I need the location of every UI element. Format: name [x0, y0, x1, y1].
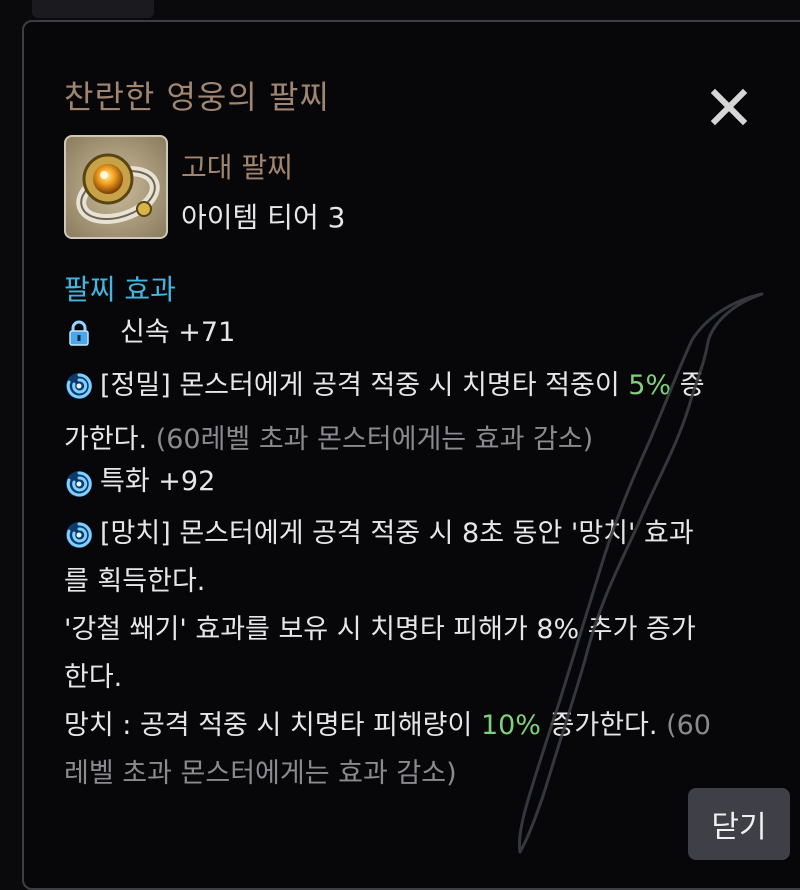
- effect-precision-line1: [정밀] 몬스터에게 공격 적중 시 치명타 적중이 5% 증: [100, 368, 705, 404]
- close-icon[interactable]: [704, 82, 754, 132]
- effect-precision-text: [정밀] 몬스터에게 공격 적중 시 치명타 적중이: [100, 370, 629, 401]
- item-tooltip-dialog: 찬란한 영웅의 팔찌 고대 팔찌 아이템 티어 3 팔찌 효과 신속 +71 […: [22, 20, 800, 890]
- effect-hammer-line5: 망치 : 공격 적중 시 치명타 피해량이 10% 증가한다. (60: [64, 708, 711, 744]
- stat-specialization: 특화 +92: [100, 466, 216, 497]
- effect-hammer-text-end: 증가한다.: [540, 710, 658, 741]
- item-grade: 고대 팔찌: [181, 151, 293, 184]
- lock-icon: [64, 318, 94, 348]
- effect-precision-text-end: 증: [671, 370, 705, 401]
- bracelet-effect-heading: 팔찌 효과: [64, 273, 176, 306]
- background-tab: [32, 0, 154, 18]
- close-button[interactable]: 닫기: [688, 788, 790, 860]
- effect-precision-note: (60레벨 초과 몬스터에게는 효과 감소): [147, 424, 594, 455]
- effect-hammer-line1: [망치] 몬스터에게 공격 적중 시 8초 동안 '망치' 효과: [100, 518, 694, 549]
- effect-hammer-text: 망치 : 공격 적중 시 치명타 피해량이: [64, 710, 481, 741]
- item-tier: 아이템 티어 3: [181, 201, 346, 234]
- effect-precision-line2: 가한다. (60레벨 초과 몬스터에게는 효과 감소): [64, 422, 593, 458]
- stat-swiftness: 신속 +71: [120, 317, 236, 348]
- effect-precision-text-cont: 가한다.: [64, 424, 148, 455]
- effect-hammer-line4: 한다.: [64, 662, 123, 693]
- swirl-icon: [64, 469, 94, 499]
- effect-hammer-value: 10%: [480, 710, 541, 741]
- effect-hammer-line6: 레벨 초과 몬스터에게는 효과 감소): [64, 758, 457, 789]
- dialog-title: 찬란한 영웅의 팔찌: [64, 78, 330, 116]
- swirl-icon: [64, 520, 94, 550]
- effect-hammer-line2: 를 획득한다.: [64, 566, 206, 597]
- effect-hammer-line3: '강철 쐐기' 효과를 보유 시 치명타 피해가 8% 추가 증가: [64, 614, 696, 645]
- swirl-icon: [64, 371, 94, 401]
- bracelet-icon: [64, 135, 168, 239]
- effect-hammer-note: (60: [657, 710, 711, 741]
- effect-precision-value: 5%: [628, 370, 672, 401]
